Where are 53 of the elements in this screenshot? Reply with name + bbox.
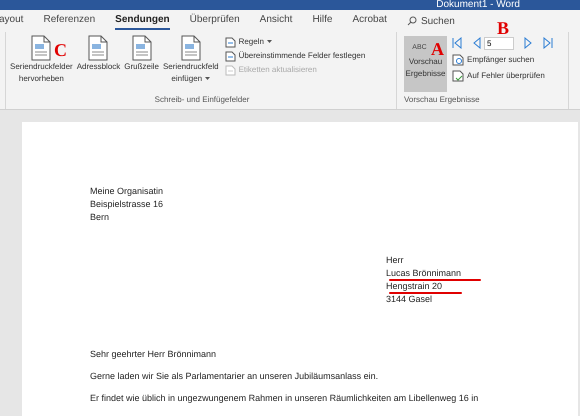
- button-label: Vorschau: [408, 56, 442, 68]
- search-button[interactable]: Suchen: [406, 14, 455, 28]
- button-label: Etiketten aktualisieren: [238, 64, 317, 76]
- group-label: Vorschau Ergebnisse: [404, 94, 481, 106]
- button-label: Seriendruckfeld: [162, 61, 219, 73]
- ribbon-large-button[interactable]: Seriendruckfeld einfügen: [160, 35, 221, 85]
- annotation-letter: B: [497, 19, 510, 37]
- previous-record-icon[interactable]: [472, 37, 481, 49]
- button-label: Seriendruckfelder: [10, 61, 73, 73]
- ribbon-tab[interactable]: Referenzen: [43, 12, 96, 30]
- letter-paragraph: Gerne laden wir Sie als Parlamentarier an unseren Jubiläumsanlass ein.: [90, 370, 380, 383]
- sender-line: Meine Organisatin: [90, 185, 164, 198]
- button-label: Regeln: [238, 36, 264, 48]
- recipient-line: Hengstrain 20: [386, 281, 442, 291]
- button-label: Grußzeile: [124, 61, 159, 73]
- record-number-field[interactable]: 5: [484, 36, 514, 50]
- button-label: Empfänger suchen: [467, 54, 534, 66]
- ribbon-small-button[interactable]: Regeln: [224, 36, 366, 48]
- letter-paragraph: Sehr geehrter Herr Brönnimann: [90, 348, 218, 361]
- ribbon-tab[interactable]: Ansicht: [260, 12, 292, 30]
- ribbon-tab[interactable]: Sendungen: [115, 12, 170, 30]
- ribbon-large-button[interactable]: Adressblock: [74, 35, 122, 73]
- button-label: Ergebnisse: [405, 68, 446, 80]
- ribbon-large-button[interactable]: Grußzeile: [122, 35, 161, 73]
- ribbon-large-button[interactable]: C Seriendruckfelder hervorheben: [8, 35, 75, 85]
- button-label: einfügen: [171, 73, 202, 85]
- ribbon-small-button[interactable]: Auf Fehler überprüfen: [452, 70, 553, 82]
- search-label: Suchen: [420, 14, 455, 28]
- document-icon: [132, 35, 152, 61]
- document-icon: [31, 35, 52, 61]
- ribbon-tab[interactable]: Acrobat: [352, 12, 387, 30]
- button-label: hervorheben: [18, 73, 64, 85]
- ribbon-tab[interactable]: Überprüfen: [190, 12, 240, 30]
- search-icon: [406, 16, 417, 26]
- document-icon: [180, 35, 201, 61]
- recipient-line: Herr: [386, 255, 404, 265]
- ribbon-tab[interactable]: Hilfe: [312, 12, 332, 30]
- recipient-line: Lucas Brönnimann: [386, 268, 462, 278]
- last-record-icon[interactable]: [543, 37, 553, 49]
- ribbon-small-button[interactable]: Empfänger suchen: [452, 54, 553, 66]
- group-label: Schreib- und Einfügefelder: [154, 94, 250, 106]
- document-icon: [88, 35, 108, 61]
- button-label: Adressblock: [76, 61, 120, 73]
- annotation-letter: A: [431, 40, 444, 58]
- next-record-icon[interactable]: [524, 37, 533, 49]
- sender-line: Beispielstrasse 16: [90, 198, 164, 211]
- first-record-icon[interactable]: [452, 37, 462, 49]
- annotation-letter: C: [54, 41, 67, 59]
- window-title: Dokument1 - Word: [436, 0, 520, 10]
- recipient-line: 3144 Gasel: [386, 294, 432, 304]
- letter-paragraph: Er findet wie üblich in ungezwungenem Rahmen in unseren Räumlichkeiten am Libellenweg 16 in: [90, 392, 480, 405]
- sender-line: Bern: [90, 211, 110, 224]
- button-label: Auf Fehler überprüfen: [467, 70, 545, 82]
